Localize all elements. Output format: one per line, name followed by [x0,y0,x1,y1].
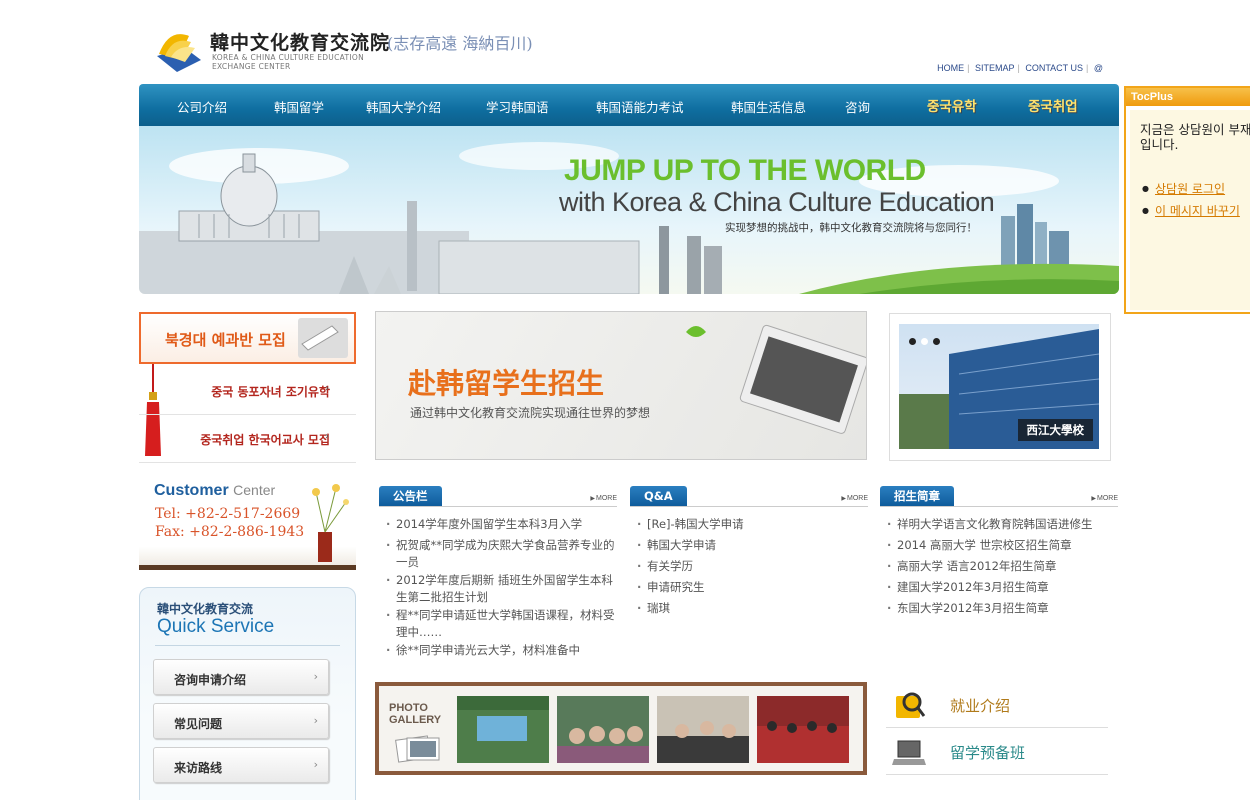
customer-tel: Tel: +82-2-517-2669 [155,506,301,522]
directions-button[interactable]: 来访路线 › [153,747,329,783]
customer-fax: Fax: +82-2-886-1943 [155,524,305,540]
email-link[interactable]: @ [1094,63,1103,73]
tocplus-item-login: 상담원 로그인 [1142,180,1240,197]
faq-button[interactable]: 常见问题 › [153,703,329,739]
banner-subheadline: with Korea & China Culture Education [559,187,995,217]
recruit-banner-subtitle: 通过韩中文化教育交流院实现通往世界的梦想 [410,406,651,420]
nav-consult[interactable]: 咨询 [845,97,870,116]
sitemap-link[interactable]: SITEMAP [975,63,1015,73]
list-item[interactable]: 徐**同学申请光云大学，材料准备中 [386,642,616,659]
tocplus-body: 지금은 상담원이 부재 중입니다. 상담원 로그인 이 메시지 바꾸기 [1130,110,1250,310]
consult-apply-button[interactable]: 咨询申请介绍 › [153,659,329,695]
gallery-thumb-1[interactable] [457,696,549,763]
chevron-right-icon: › [313,758,318,771]
laptop-icon [892,740,926,765]
list-item[interactable]: 申请研究生 [637,579,867,596]
chevron-right-icon: › [325,431,329,442]
customer-center: Customer Center Tel: +82-2-517-2669 Fax:… [139,472,356,570]
nav-korea-study[interactable]: 韩国留学 [274,97,324,116]
nav-china-job-kr[interactable]: 중국취업 [1028,95,1078,115]
quick-service-panel: 韓中文化教育交流 Quick Service 咨询申请介绍 › 常见问题 › 来访路… [139,587,356,800]
qna-more-link[interactable]: MORE [841,495,868,502]
list-item[interactable]: 瑞琪 [637,600,867,617]
tocplus-message: 지금은 상담원이 부재 중입니다. [1140,122,1250,152]
magnifier-folder-icon [896,692,926,718]
featured-university-card[interactable]: 西江大學校 [889,313,1111,461]
notice-more-link[interactable]: MORE [590,495,617,502]
list-item[interactable]: 有关学历 [637,558,867,575]
banner-headline: JUMP UP TO THE WORLD [564,154,926,187]
banner-tagline: 实现梦想的挑战中，韩中文化教育交流院将与您同行！ [725,222,977,234]
list-item[interactable]: 2014 高丽大学 世宗校区招生简章 [887,537,1117,554]
gallery-thumb-4[interactable] [757,696,849,763]
divider [155,645,340,646]
chevron-right-icon: › [313,670,318,683]
photo-gallery: PHOTO GALLERY [375,682,867,775]
peking-prep-title: 북경대 예과반 모집 [165,331,286,349]
list-item[interactable]: 高丽大学 语言2012年招生简章 [887,558,1117,575]
list-item[interactable]: 东国大学2012年3月招生简章 [887,600,1117,617]
job-intro-label: 就业介绍 [950,697,1011,715]
tab-qna[interactable]: Q&A [630,486,687,507]
gallery-thumb-3[interactable] [657,696,749,763]
list-item[interactable]: 祝贺咸**同学成为庆熙大学食品营养专业的一员 [386,537,616,571]
home-link[interactable]: HOME [937,63,964,73]
peking-prep-banner[interactable]: 북경대 예과반 모집 [139,312,356,364]
list-item[interactable]: [Re]-韩国大学申请 [637,516,867,533]
gallery-thumb-2[interactable] [557,696,649,763]
student-writing-image [298,318,348,358]
tocplus-titlebar[interactable]: TocPlus [1126,88,1250,106]
tab-admissions[interactable]: 招生简章 [880,486,954,507]
nav-china-study-kr[interactable]: 중국유학 [927,95,977,115]
university-building-photo: 西江大學校 [899,324,1099,449]
chevron-right-icon: › [313,714,318,727]
brand-motto: (志存高遠 海納百川) [387,34,533,53]
admissions-more-link[interactable]: MORE [1091,495,1118,502]
hero-banner: JUMP UP TO THE WORLD with Korea & China … [139,126,1119,294]
nav-company-intro[interactable]: 公司介绍 [177,97,227,116]
list-item[interactable]: 2014学年度外国留学生本科3月入学 [386,516,616,533]
logo-book-icon [157,34,201,72]
tab-notice[interactable]: 公告栏 [379,486,442,507]
photo-gallery-label[interactable]: PHOTO GALLERY [389,702,441,726]
prep-class-link[interactable]: 留学预备班 [886,730,1108,775]
brand-english: KOREA & CHINA CULTURE EDUCATION EXCHANGE… [212,53,364,71]
list-item[interactable]: 程**同学申请延世大学韩国语课程，材料受理中…… [386,607,616,641]
laptop-image [686,324,866,434]
brand-name: 韓中文化教育交流院 [210,32,391,54]
carousel-dots[interactable] [909,334,945,348]
customer-center-title: Customer Center [154,482,276,499]
prep-class-label: 留学预备班 [950,744,1026,762]
tocplus-item-change: 이 메시지 바꾸기 [1142,202,1240,219]
site-logo[interactable]: 韓中文化教育交流院 (志存高遠 海納百川) KOREA & CHINA CULT… [155,24,555,76]
recruit-banner[interactable]: 赴韩留学生招生 通过韩中文化教育交流院实现通往世界的梦想 [375,311,867,460]
nav-korea-life[interactable]: 韩国生活信息 [731,97,806,116]
main-nav: 公司介绍 韩国留学 韩国大学介绍 学习韩国语 韩国语能力考试 韩国生活信息 咨询… [139,84,1119,126]
contact-us-link[interactable]: CONTACT US [1025,63,1083,73]
quick-service-subtitle: 韓中文化教育交流 [157,602,254,616]
nav-topik[interactable]: 韩国语能力考试 [596,97,684,116]
korean-children-study-link[interactable]: 중국 동포자녀 조기유학 [139,366,356,415]
nav-learn-korean[interactable]: 学习韩国语 [486,97,549,116]
recruit-banner-title: 赴韩留学生招生 [408,367,605,400]
change-message-link[interactable]: 이 메시지 바꾸기 [1155,204,1240,218]
quick-service-title: Quick Service [157,616,275,637]
list-item[interactable]: 韩国大学申请 [637,537,867,554]
agent-login-link[interactable]: 상담원 로그인 [1155,182,1225,196]
tocplus-chat-widget: TocPlus 지금은 상담원이 부재 중입니다. 상담원 로그인 이 메시지 … [1124,86,1250,314]
list-item[interactable]: 建国大学2012年3月招生简章 [887,579,1117,596]
chevron-right-icon: › [325,383,329,394]
university-caption: 西江大學校 [1017,419,1093,441]
flower-vase-image [312,484,349,562]
job-intro-link[interactable]: 就业介绍 [886,683,1108,728]
photo-stack-icon [395,735,440,763]
korean-teacher-recruit-link[interactable]: 중국취업 한국어교사 모집 [139,414,356,463]
nav-korea-universities[interactable]: 韩国大学介绍 [366,97,441,116]
list-item[interactable]: 祥明大学语言文化教育院韩国语进修生 [887,516,1117,533]
list-item[interactable]: 2012学年度后期新 插班生外国留学生本科生第二批招生计划 [386,572,616,606]
top-links: HOME | SITEMAP | CONTACT US | @ [937,63,1103,73]
